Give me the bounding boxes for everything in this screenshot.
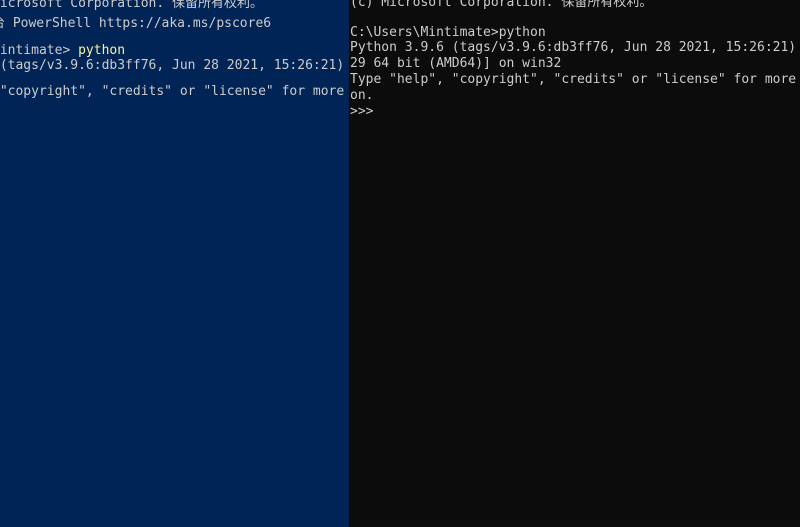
ps-pscore-link-line: 台 PowerShell https://aka.ms/pscore6 (0, 16, 272, 31)
cmd-copyright-line: (c) Microsoft Corporation. 保留所有权利。 (350, 0, 653, 10)
ps-copyright-line: Microsoft Corporation. 保留所有权利。 (0, 0, 264, 11)
cmd-python-build-line: 29 64 bit (AMD64)] on win32 (350, 56, 562, 71)
cmd-python-help-line: Type "help", "copyright", "credits" or "… (350, 72, 800, 87)
cmd-python-help-continuation: on. (350, 88, 374, 103)
powershell-pane[interactable]: Microsoft Corporation. 保留所有权利。 台 PowerSh… (0, 0, 349, 527)
cmd-python-version-line: Python 3.9.6 (tags/v3.9.6:db3ff76, Jun 2… (350, 40, 800, 55)
ps-prompt-line: Mintimate> python (0, 43, 125, 59)
cmd-prompt-line: C:\Users\Mintimate>python (350, 25, 546, 40)
terminal-screen: Microsoft Corporation. 保留所有权利。 台 PowerSh… (0, 0, 800, 527)
ps-prompt: Mintimate> (0, 43, 79, 58)
ps-python-help-line: "copyright", "credits" or "license" for … (0, 84, 345, 99)
ps-command-python: python (78, 43, 126, 58)
cmd-pane[interactable]: (c) Microsoft Corporation. 保留所有权利。 C:\Us… (349, 0, 800, 527)
cmd-python-repl-prompt[interactable]: >>> (350, 104, 373, 120)
ps-python-version-line: (tags/v3.9.6:db3ff76, Jun 28 2021, 15:26… (0, 58, 345, 73)
